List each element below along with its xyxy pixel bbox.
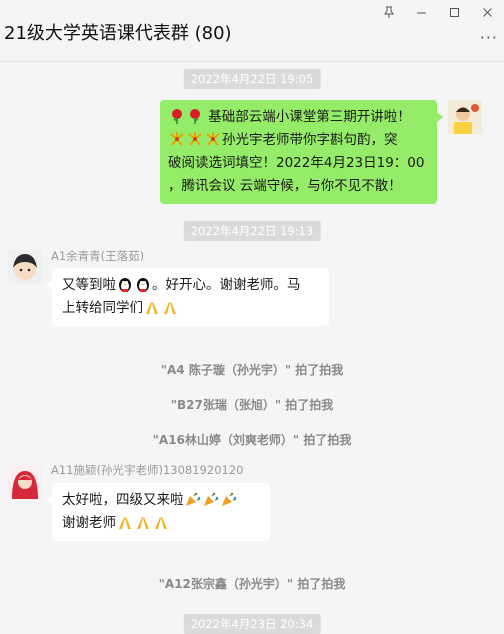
other-message-bubble[interactable]: 太好啦，四级又来啦 谢谢老师 [46, 483, 270, 541]
party-popper-icon [203, 492, 218, 506]
message-text: ，腾讯会议 云端守候，与你不见不散！ [168, 178, 402, 194]
message-line: 谢谢老师 [62, 512, 260, 535]
message-text: 基础部云端小课堂第三期开讲啦！ [208, 109, 411, 125]
party-popper-icon [221, 492, 236, 506]
sender-avatar[interactable] [8, 250, 42, 284]
message-line: 上转给同学们 [62, 297, 319, 320]
pray-icon [155, 517, 167, 529]
pray-icon [146, 302, 158, 314]
party-popper-icon [185, 492, 200, 506]
window-controls [372, 0, 504, 24]
pray-icon [164, 302, 176, 314]
close-icon[interactable] [471, 0, 504, 24]
pin-icon[interactable] [372, 0, 405, 24]
pray-icon [137, 517, 149, 529]
message-text: 破阅读选词填空！2022年4月23日19：00 [168, 155, 425, 171]
sender-name: A11施颖(孙光宇老师)13081920120 [51, 463, 244, 477]
fireworks-icon [170, 132, 184, 146]
message-line: 基础部云端小课堂第三期开讲啦！ [168, 106, 429, 129]
rose-icon [190, 109, 200, 124]
message-text: 谢谢老师 [62, 515, 116, 531]
timestamp: 2022年4月22日 19:13 [183, 221, 321, 241]
message-text: 又等到啦 [62, 277, 116, 293]
fireworks-icon [206, 132, 220, 146]
message-list[interactable]: 2022年4月22日 19:05 基础部云端小课堂第三期开讲啦！ 孙光宇老师带你… [0, 62, 504, 634]
fireworks-icon [188, 132, 202, 146]
pat-notification: "A16林山婷（刘爽老师）" 拍了拍我 [152, 433, 352, 447]
title-bar: 21级大学英语课代表群 (80) ··· [0, 0, 504, 62]
maximize-icon[interactable] [438, 0, 471, 24]
more-icon[interactable]: ··· [480, 28, 498, 47]
message-text: 。好开心。谢谢老师。马 [152, 277, 301, 293]
rose-icon [172, 109, 182, 124]
pat-notification: "A12张宗鑫（孙光宇）" 拍了拍我 [158, 577, 346, 591]
timestamp: 2022年4月23日 20:34 [183, 614, 321, 634]
pat-notification: "A4 陈子璇（孙光宇）" 拍了拍我 [160, 363, 344, 377]
chat-title: 21级大学英语课代表群 (80) [4, 23, 232, 44]
pat-notification: "B27张瑞（张旭）" 拍了拍我 [170, 398, 334, 412]
penguin-icon [119, 278, 131, 292]
timestamp: 2022年4月22日 19:05 [183, 69, 321, 89]
my-avatar[interactable] [448, 100, 482, 134]
my-message-bubble[interactable]: 基础部云端小课堂第三期开讲啦！ 孙光宇老师带你字斟句酌，突 破阅读选词填空！20… [160, 100, 443, 204]
minimize-icon[interactable] [405, 0, 438, 24]
message-text: 上转给同学们 [62, 300, 143, 316]
message-text: 孙光宇老师带你字斟句酌，突 [222, 132, 398, 148]
sender-avatar[interactable] [8, 465, 42, 499]
other-message-bubble[interactable]: 又等到啦 。好开心。谢谢老师。马 上转给同学们 [46, 268, 329, 326]
penguin-icon [137, 278, 149, 292]
pray-icon [119, 517, 131, 529]
message-text: 太好啦，四级又来啦 [62, 492, 184, 508]
sender-name: A1余青青(王落茹) [51, 249, 145, 263]
message-line: 孙光宇老师带你字斟句酌，突 [168, 129, 429, 152]
message-line: 太好啦，四级又来啦 [62, 489, 260, 512]
message-line: 又等到啦 。好开心。谢谢老师。马 [62, 274, 319, 297]
